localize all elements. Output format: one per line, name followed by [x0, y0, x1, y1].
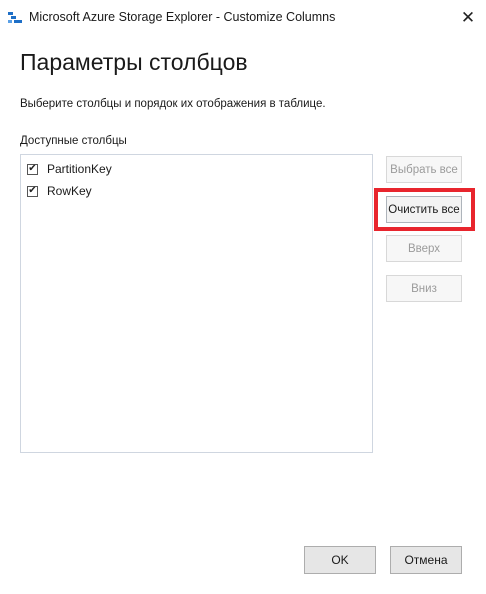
dialog-heading: Параметры столбцов	[20, 49, 248, 75]
close-icon: ✕	[460, 8, 476, 27]
column-checkbox-partitionkey[interactable]: ✔	[27, 163, 38, 175]
cancel-button[interactable]: Отмена	[390, 546, 462, 574]
highlight-box	[374, 188, 475, 231]
column-label: PartitionKey	[47, 162, 112, 176]
column-label: RowKey	[47, 184, 92, 198]
storage-explorer-icon	[8, 11, 22, 25]
ok-button[interactable]: OK	[304, 546, 376, 574]
column-checkbox-rowkey[interactable]: ✔	[27, 185, 38, 197]
title-bar: Microsoft Azure Storage Explorer - Custo…	[0, 0, 486, 36]
window-title: Microsoft Azure Storage Explorer - Custo…	[29, 10, 336, 24]
select-all-button[interactable]: Выбрать все	[386, 156, 462, 183]
move-up-button[interactable]: Вверх	[386, 235, 462, 262]
list-item[interactable]: ✔ RowKey	[27, 181, 92, 201]
list-item[interactable]: ✔ PartitionKey	[27, 159, 112, 179]
available-columns-list[interactable]: ✔ PartitionKey ✔ RowKey	[20, 154, 373, 453]
available-columns-label: Доступные столбцы	[20, 135, 127, 147]
dialog-subtitle: Выберите столбцы и порядок их отображени…	[20, 98, 326, 110]
close-button[interactable]: ✕	[450, 0, 486, 36]
move-down-button[interactable]: Вниз	[386, 275, 462, 302]
